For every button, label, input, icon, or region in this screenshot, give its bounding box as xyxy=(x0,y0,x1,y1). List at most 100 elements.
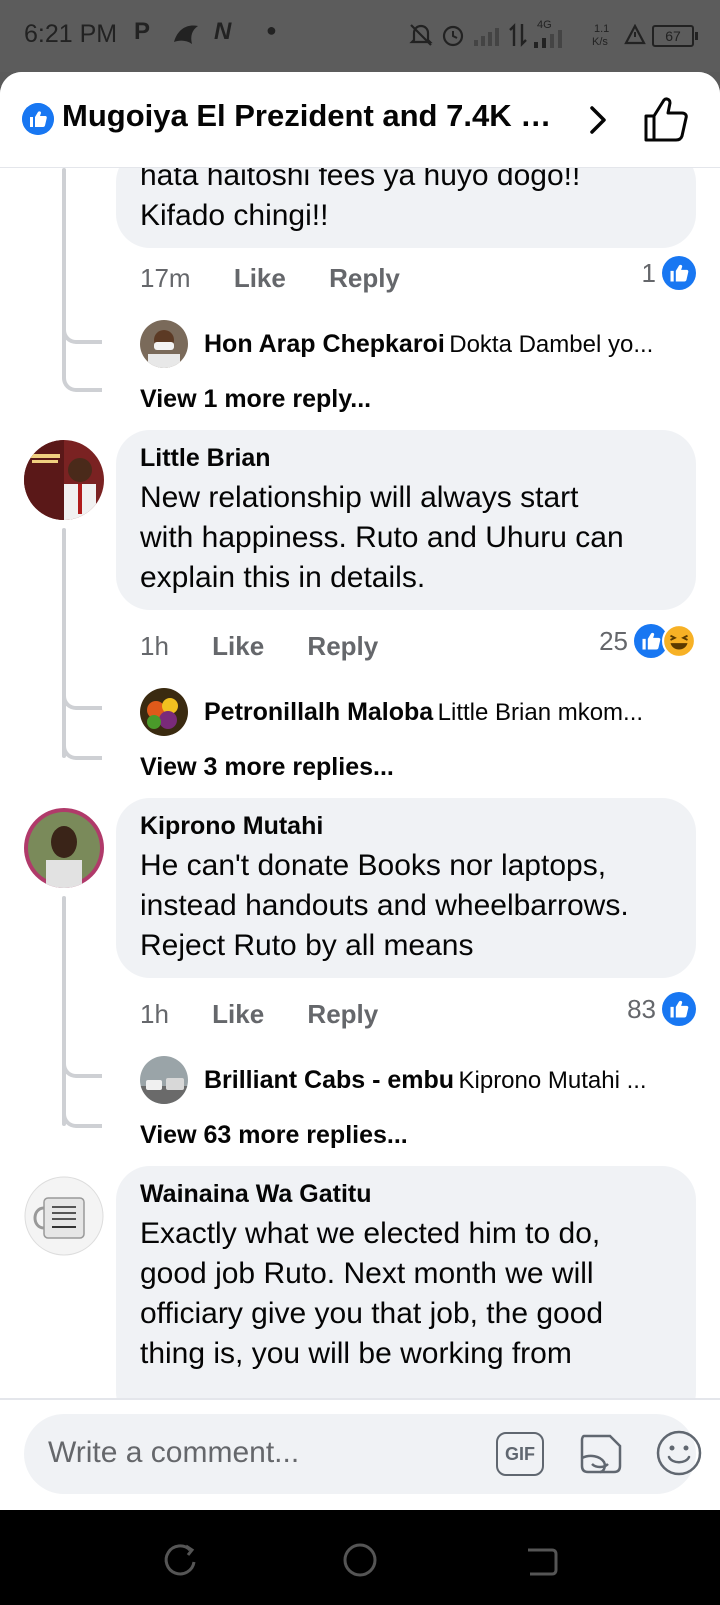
comment-input-placeholder: Write a comment... xyxy=(48,1436,300,1469)
comment-text-line: Reject Ruto by all means xyxy=(140,929,474,962)
n-app-icon: N xyxy=(214,18,232,45)
reply-preview[interactable]: Brilliant Cabs - embu Kiprono Mutahi ... xyxy=(204,1066,720,1095)
comment-text-line: Kifado chingi!! xyxy=(140,199,329,232)
comment-text-line: thing is, you will be working from xyxy=(140,1337,572,1370)
thread-line xyxy=(62,528,66,758)
thread-connector xyxy=(62,320,102,344)
thread-connector xyxy=(62,686,102,710)
comment-time: 1h xyxy=(140,999,169,1029)
comment-text-line: hata haitoshi fees ya huyo dogo!! xyxy=(140,168,581,192)
like-post-button[interactable] xyxy=(640,94,692,146)
comment-meta: 17m Like Reply xyxy=(140,263,400,294)
system-nav-bar xyxy=(0,1510,720,1605)
status-time: 6:21 PM xyxy=(24,20,118,48)
avatar[interactable] xyxy=(140,688,188,736)
reply-button[interactable]: Reply xyxy=(307,999,378,1029)
signal-icon xyxy=(474,28,499,46)
comment-meta: 1h Like Reply xyxy=(140,999,378,1030)
like-badge-icon xyxy=(22,103,54,135)
view-more-replies[interactable]: View 63 more replies... xyxy=(140,1121,408,1150)
reply-author: Hon Arap Chepkaroi xyxy=(204,330,445,358)
view-more-replies[interactable]: View 3 more replies... xyxy=(140,753,394,782)
comment-author[interactable]: Kiprono Mutahi xyxy=(140,812,672,841)
comment-text-line: New relationship will always start xyxy=(140,481,579,514)
avatar[interactable] xyxy=(24,440,104,520)
comment-text-line: Exactly what we elected him to do, xyxy=(140,1217,601,1250)
reply-button[interactable]: Reply xyxy=(307,631,378,661)
reply-preview[interactable]: Hon Arap Chepkaroi Dokta Dambel yo... xyxy=(204,330,720,359)
avatar[interactable] xyxy=(24,1176,104,1256)
avatar[interactable] xyxy=(140,320,188,368)
thread-connector xyxy=(62,736,102,760)
comment-text-line: good job Ruto. Next month we will xyxy=(140,1257,594,1290)
network-speed-unit: K/s xyxy=(592,36,608,48)
back-icon[interactable] xyxy=(520,1540,560,1580)
reaction-count: 25 xyxy=(599,625,628,656)
avatar[interactable] xyxy=(140,1056,188,1104)
chevron-right-icon[interactable] xyxy=(578,100,618,140)
comment-meta: 1h Like Reply xyxy=(140,631,378,662)
comment-bubble[interactable]: Little Brian New relationship will alway… xyxy=(116,430,696,610)
thread-line xyxy=(62,896,66,1126)
comment-text-line: He can't donate Books nor laptops, xyxy=(140,849,607,882)
data-arrows-icon xyxy=(509,23,527,47)
home-icon[interactable] xyxy=(340,1540,380,1580)
reply-author: Petronillalh Maloba xyxy=(204,698,434,726)
alarm-icon xyxy=(442,25,464,47)
status-bar: 6:21 PM P N ● 4G 1.1 K/s 67 xyxy=(0,0,720,72)
comment-bubble[interactable]: hata haitoshi fees ya huyo dogo!! Kifado… xyxy=(116,168,696,248)
comment-time: 17m xyxy=(140,263,191,293)
reply-text: Dokta Dambel yo... xyxy=(449,331,654,358)
comment-text-line: instead handouts and wheelbarrows. xyxy=(140,889,629,922)
comment-list[interactable]: hata haitoshi fees ya huyo dogo!! Kifado… xyxy=(0,168,720,1398)
4g-signal-icon xyxy=(534,30,562,48)
ebird-icon xyxy=(174,25,198,44)
comment-reactions[interactable]: 83 xyxy=(627,992,696,1026)
thread-line xyxy=(62,168,66,378)
comment-reactions[interactable]: 25 xyxy=(599,624,696,658)
comment-reactions[interactable]: 1 xyxy=(642,256,696,290)
battery-level: 67 xyxy=(665,28,681,44)
comment-composer: Write a comment... GIF xyxy=(0,1398,720,1510)
reply-text: Kiprono Mutahi ... xyxy=(458,1067,647,1094)
sticker-icon[interactable] xyxy=(574,1428,626,1480)
like-button[interactable]: Like xyxy=(234,263,286,293)
haha-reaction-icon xyxy=(662,624,696,658)
comments-sheet: Mugoiya El Prezident and 7.4K ot... hata… xyxy=(0,72,720,1510)
p-app-icon: P xyxy=(134,18,151,45)
warning-icon xyxy=(624,24,646,45)
gif-button[interactable]: GIF xyxy=(496,1432,544,1476)
reactions-header[interactable]: Mugoiya El Prezident and 7.4K ot... xyxy=(0,72,720,168)
comment-text-line: with happiness. Ruto and Uhuru can xyxy=(140,521,624,554)
comment-text-line: explain this in details. xyxy=(140,561,426,594)
comment-bubble[interactable]: Wainaina Wa Gatitu Exactly what we elect… xyxy=(116,1166,696,1398)
reply-text: Little Brian mkom... xyxy=(437,699,644,726)
mute-icon xyxy=(409,24,433,46)
like-button[interactable]: Like xyxy=(212,999,264,1029)
reply-preview[interactable]: Petronillalh Maloba Little Brian mkom... xyxy=(204,698,720,727)
reaction-count: 83 xyxy=(627,993,656,1024)
battery-icon: 67 xyxy=(652,25,698,47)
like-button[interactable]: Like xyxy=(212,631,264,661)
reactions-summary[interactable]: Mugoiya El Prezident and 7.4K ot... xyxy=(62,98,567,134)
comment-input[interactable]: Write a comment... GIF xyxy=(24,1414,702,1494)
like-reaction-icon xyxy=(662,992,696,1026)
recent-apps-icon[interactable] xyxy=(160,1540,200,1580)
comment-text-line: officiary give you that job, the good xyxy=(140,1297,604,1330)
network-speed: 1.1 xyxy=(594,23,610,35)
avatar[interactable] xyxy=(24,808,104,888)
thread-connector xyxy=(62,1054,102,1078)
view-more-replies[interactable]: View 1 more reply... xyxy=(140,385,371,414)
comment-author[interactable]: Wainaina Wa Gatitu xyxy=(140,1180,672,1209)
dot-icon: ● xyxy=(266,20,277,40)
like-reaction-icon xyxy=(662,256,696,290)
reply-author: Brilliant Cabs - embu xyxy=(204,1066,455,1094)
comment-time: 1h xyxy=(140,631,169,661)
comment-bubble[interactable]: Kiprono Mutahi He can't donate Books nor… xyxy=(116,798,696,978)
thread-connector xyxy=(62,1104,102,1128)
reply-button[interactable]: Reply xyxy=(329,263,400,293)
thread-connector xyxy=(62,368,102,392)
comment-author[interactable]: Little Brian xyxy=(140,444,672,473)
emoji-icon[interactable] xyxy=(654,1428,704,1478)
reaction-count: 1 xyxy=(641,257,656,288)
